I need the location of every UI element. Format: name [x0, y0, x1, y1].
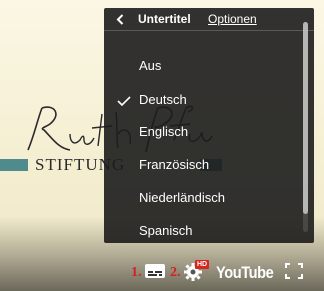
annotation-2: 2.: [170, 265, 181, 280]
youtube-logo[interactable]: YouTube: [216, 263, 274, 283]
back-button[interactable]: Untertitel: [112, 8, 194, 30]
menu-scrollbar[interactable]: [303, 22, 308, 232]
checkmark-icon: [117, 96, 131, 106]
fullscreen-button[interactable]: [285, 263, 303, 279]
menu-item-french[interactable]: Französisch: [104, 149, 300, 181]
menu-scrollbar-thumb[interactable]: [303, 22, 308, 214]
fullscreen-icon: [285, 263, 303, 279]
chevron-left-icon: [116, 14, 124, 25]
menu-item-label: Niederländisch: [139, 190, 225, 205]
menu-item-dutch[interactable]: Niederländisch: [104, 182, 300, 214]
menu-item-label: Englisch: [139, 124, 189, 139]
subtitles-settings-menu: Untertitel Optionen Aus Deutsch Englisch…: [104, 8, 314, 243]
menu-item-label: Französisch: [139, 157, 210, 172]
menu-item-label: Aus: [139, 58, 162, 73]
menu-item-label: Deutsch: [139, 92, 187, 107]
annotation-1: 1.: [131, 265, 142, 280]
options-link[interactable]: Optionen: [208, 12, 257, 26]
menu-item-english[interactable]: Englisch: [104, 116, 300, 148]
menu-item-spanish[interactable]: Spanisch: [104, 215, 300, 243]
menu-item-off[interactable]: Aus: [104, 50, 300, 82]
subtitles-button[interactable]: [144, 262, 166, 280]
menu-item-label: Spanisch: [139, 223, 193, 238]
player-control-bar: 1. 2. HD YouTube: [0, 255, 324, 291]
menu-title: Untertitel: [138, 12, 191, 26]
menu-header: Untertitel Optionen: [104, 8, 314, 31]
logo-bar-left: [0, 159, 28, 171]
subtitles-icon: [145, 264, 165, 278]
hd-badge: HD: [195, 260, 210, 269]
menu-item-german[interactable]: Deutsch: [104, 84, 300, 116]
settings-button[interactable]: HD: [183, 260, 210, 282]
